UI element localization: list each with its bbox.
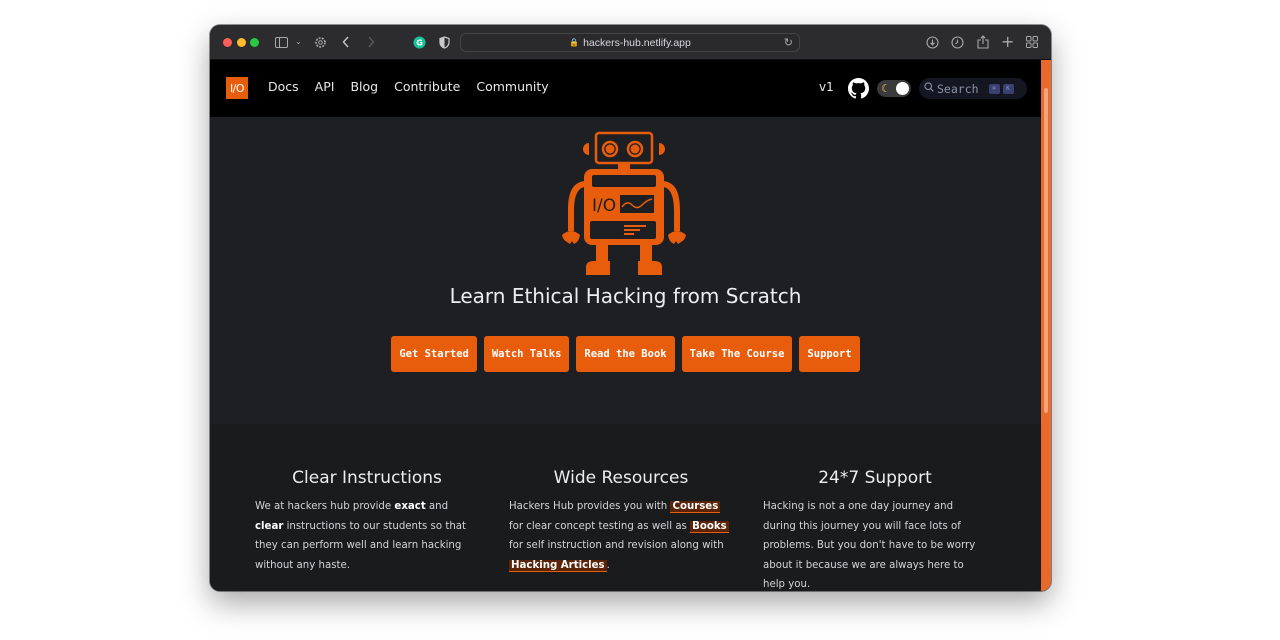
search-button[interactable]: Search ⌘ K bbox=[919, 78, 1027, 99]
watch-talks-button[interactable]: Watch Talks bbox=[483, 336, 570, 372]
search-placeholder: Search bbox=[937, 81, 979, 96]
text-segment: instructions to our students so that the… bbox=[255, 520, 467, 571]
text-segment: for clear concept testing as well as bbox=[509, 520, 691, 532]
bold-text: exact bbox=[394, 501, 426, 512]
web-page: I/O Docs API Blog Contribute Community v… bbox=[210, 60, 1041, 591]
cta-button-group: Get Started Watch Talks Read the Book Ta… bbox=[210, 336, 1041, 372]
feature-card-clear-instructions: Clear Instructions We at hackers hub pro… bbox=[255, 468, 479, 575]
read-the-book-button[interactable]: Read the Book bbox=[576, 336, 675, 372]
take-the-course-button[interactable]: Take The Course bbox=[681, 336, 793, 372]
nav-links: Docs API Blog Contribute Community bbox=[268, 79, 549, 94]
kbd-k: K bbox=[1002, 83, 1014, 94]
theme-toggle[interactable]: ☾ bbox=[877, 80, 911, 97]
text-segment: for self instruction and revision along … bbox=[509, 540, 724, 551]
github-icon[interactable] bbox=[848, 78, 869, 99]
page-scrollbar[interactable] bbox=[1041, 60, 1051, 591]
maximize-window-button[interactable] bbox=[250, 38, 259, 47]
share-icon[interactable] bbox=[977, 34, 989, 50]
moon-icon: ☾ bbox=[881, 82, 891, 95]
minimize-window-button[interactable] bbox=[237, 38, 246, 47]
feature-title: 24*7 Support bbox=[818, 468, 932, 488]
download-icon[interactable] bbox=[926, 34, 939, 50]
robot-mascot-icon: I/O bbox=[562, 131, 686, 275]
site-navbar: I/O Docs API Blog Contribute Community v… bbox=[210, 60, 1041, 117]
toggle-knob bbox=[896, 82, 909, 95]
svg-text:G: G bbox=[416, 38, 423, 47]
nav-link-community[interactable]: Community bbox=[476, 79, 548, 94]
close-window-button[interactable] bbox=[223, 38, 232, 47]
kbd-cmd: ⌘ bbox=[988, 83, 1000, 94]
url-text: hackers-hub.netlify.app bbox=[583, 36, 691, 49]
reload-icon[interactable]: ↻ bbox=[784, 36, 793, 49]
text-segment: Hackers Hub provides you with bbox=[509, 501, 671, 512]
address-bar[interactable]: 🔒 hackers-hub.netlify.app ↻ bbox=[460, 33, 800, 52]
sidebar-icon[interactable] bbox=[275, 34, 288, 50]
features-section: Clear Instructions We at hackers hub pro… bbox=[210, 424, 1041, 591]
hacking-articles-link[interactable]: Hacking Articles bbox=[509, 559, 607, 572]
grammarly-icon[interactable]: G bbox=[413, 34, 426, 50]
feature-title: Clear Instructions bbox=[292, 468, 442, 488]
privacy-shield-icon[interactable] bbox=[439, 34, 450, 50]
nav-link-api[interactable]: API bbox=[315, 79, 335, 94]
settings-icon[interactable] bbox=[314, 34, 327, 50]
back-icon[interactable] bbox=[342, 34, 350, 50]
hero-title: Learn Ethical Hacking from Scratch bbox=[449, 284, 802, 308]
text-segment: and bbox=[425, 501, 449, 512]
courses-link[interactable]: Courses bbox=[670, 501, 721, 513]
history-icon[interactable] bbox=[951, 34, 964, 50]
feature-description: Hacking is not a one day journey and dur… bbox=[763, 501, 976, 590]
text-segment: . bbox=[606, 559, 610, 571]
forward-icon[interactable] bbox=[367, 34, 375, 50]
books-link[interactable]: Books bbox=[690, 520, 729, 533]
nav-link-docs[interactable]: Docs bbox=[268, 79, 299, 94]
browser-toolbar: ⌄ G 🔒 hackers-hub.netlify.app ↻ + bbox=[210, 25, 1051, 60]
text-segment: We at hackers hub provide bbox=[255, 501, 395, 512]
feature-description: Hackers Hub provides you with Courses fo… bbox=[509, 497, 733, 575]
feature-card-wide-resources: Wide Resources Hackers Hub provides you … bbox=[509, 468, 733, 575]
feature-title: Wide Resources bbox=[553, 468, 689, 488]
robot-io-label: I/O bbox=[592, 196, 616, 216]
chevron-down-icon[interactable]: ⌄ bbox=[295, 34, 302, 50]
version-selector[interactable]: v1 bbox=[819, 80, 834, 94]
tab-overview-icon[interactable] bbox=[1026, 34, 1038, 50]
new-tab-icon[interactable]: + bbox=[1001, 34, 1014, 50]
feature-card-support: 24*7 Support Hacking is not a one day jo… bbox=[763, 468, 987, 591]
lock-icon: 🔒 bbox=[569, 38, 580, 47]
nav-link-blog[interactable]: Blog bbox=[350, 79, 378, 94]
nav-link-contribute[interactable]: Contribute bbox=[394, 79, 460, 94]
get-started-button[interactable]: Get Started bbox=[391, 336, 477, 372]
search-icon bbox=[924, 82, 934, 95]
bold-text: clear bbox=[255, 520, 284, 532]
svg-text:I/O: I/O bbox=[592, 196, 616, 216]
hero-section: I/O Learn Ethical Hacking from Scratch G… bbox=[210, 117, 1041, 424]
scrollbar-thumb[interactable] bbox=[1044, 88, 1048, 413]
browser-window: ⌄ G 🔒 hackers-hub.netlify.app ↻ + I/O Do… bbox=[210, 25, 1051, 591]
feature-description: We at hackers hub provide exact and clea… bbox=[255, 497, 479, 575]
site-logo[interactable]: I/O bbox=[226, 77, 248, 99]
support-button[interactable]: Support bbox=[799, 336, 860, 372]
